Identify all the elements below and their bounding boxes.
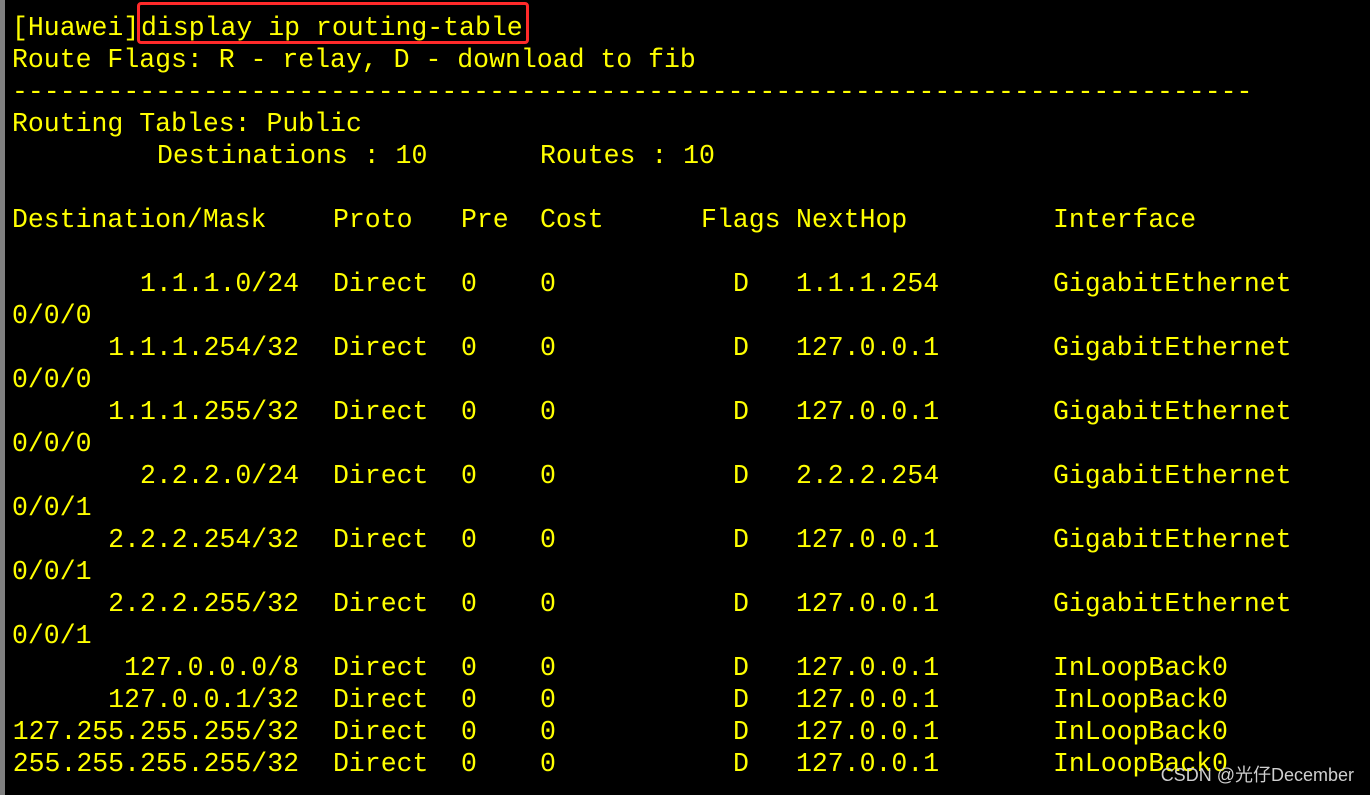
cell-destination: 2.2.2.0/24 bbox=[139, 461, 299, 491]
command-highlight-box bbox=[137, 2, 529, 44]
cell-destination: 1.1.1.254/32 bbox=[108, 333, 299, 363]
cell-destination: 1.1.1.255/32 bbox=[108, 397, 299, 427]
cell-nexthop: 127.0.0.1 bbox=[796, 525, 940, 555]
cell-flags: D bbox=[733, 397, 749, 427]
cell-proto: Direct bbox=[333, 525, 429, 555]
cell-pre: 0 bbox=[461, 333, 477, 363]
window-border bbox=[0, 0, 5, 795]
cell-interface-continued: 0/0/0 bbox=[12, 429, 92, 459]
cell-cost: 0 bbox=[540, 717, 556, 747]
cell-nexthop: 127.0.0.1 bbox=[796, 749, 940, 779]
cell-flags: D bbox=[733, 717, 749, 747]
cell-proto: Direct bbox=[333, 333, 429, 363]
cell-cost: 0 bbox=[540, 589, 556, 619]
cell-flags: D bbox=[733, 589, 749, 619]
cell-interface: InLoopBack0 bbox=[1053, 717, 1228, 747]
cell-destination: 255.255.255.255/32 bbox=[12, 749, 299, 779]
cell-flags: D bbox=[733, 749, 749, 779]
cell-interface-continued: 0/0/0 bbox=[12, 365, 92, 395]
cell-destination: 2.2.2.254/32 bbox=[108, 525, 299, 555]
cell-flags: D bbox=[733, 653, 749, 683]
cell-nexthop: 127.0.0.1 bbox=[796, 653, 940, 683]
cell-proto: Direct bbox=[333, 461, 429, 491]
header-destination: Destination/Mask bbox=[12, 205, 267, 235]
watermark: CSDN @光仔December bbox=[1160, 765, 1354, 785]
cell-pre: 0 bbox=[461, 653, 477, 683]
cell-interface-continued: 0/0/1 bbox=[12, 557, 92, 587]
routes-count: Routes : 10 bbox=[540, 141, 715, 171]
cell-destination: 127.0.0.0/8 bbox=[124, 653, 299, 683]
cell-pre: 0 bbox=[461, 685, 477, 715]
cell-interface: GigabitEthernet bbox=[1053, 397, 1292, 427]
header-nexthop: NextHop bbox=[796, 205, 908, 235]
cell-nexthop: 2.2.2.254 bbox=[796, 461, 940, 491]
cli-prompt: [Huawei] bbox=[12, 13, 140, 43]
destinations-count: Destinations : 10 bbox=[157, 141, 428, 171]
cell-cost: 0 bbox=[540, 269, 556, 299]
cell-cost: 0 bbox=[540, 525, 556, 555]
cell-destination: 1.1.1.0/24 bbox=[139, 269, 299, 299]
cell-interface: GigabitEthernet bbox=[1053, 525, 1292, 555]
header-proto: Proto bbox=[333, 205, 413, 235]
cell-proto: Direct bbox=[333, 653, 429, 683]
cell-flags: D bbox=[733, 685, 749, 715]
cell-nexthop: 127.0.0.1 bbox=[796, 685, 940, 715]
cell-nexthop: 1.1.1.254 bbox=[796, 269, 940, 299]
cell-interface: GigabitEthernet bbox=[1053, 461, 1292, 491]
cell-interface: GigabitEthernet bbox=[1053, 269, 1292, 299]
cell-nexthop: 127.0.0.1 bbox=[796, 717, 940, 747]
cell-interface-continued: 0/0/0 bbox=[12, 301, 92, 331]
cell-flags: D bbox=[733, 461, 749, 491]
header-flags: Flags bbox=[701, 205, 781, 235]
cell-pre: 0 bbox=[461, 589, 477, 619]
cell-cost: 0 bbox=[540, 461, 556, 491]
cell-nexthop: 127.0.0.1 bbox=[796, 333, 940, 363]
cell-pre: 0 bbox=[461, 717, 477, 747]
header-cost: Cost bbox=[540, 205, 604, 235]
cell-flags: D bbox=[733, 333, 749, 363]
cell-interface: GigabitEthernet bbox=[1053, 333, 1292, 363]
cell-interface: GigabitEthernet bbox=[1053, 589, 1292, 619]
cell-cost: 0 bbox=[540, 749, 556, 779]
cell-cost: 0 bbox=[540, 685, 556, 715]
cell-pre: 0 bbox=[461, 749, 477, 779]
routing-table-title: Routing Tables: Public bbox=[12, 109, 362, 139]
terminal-window[interactable]: [Huawei] display ip routing-table Route … bbox=[0, 0, 1370, 795]
cell-flags: D bbox=[733, 525, 749, 555]
cell-interface-continued: 0/0/1 bbox=[12, 493, 92, 523]
cell-interface: InLoopBack0 bbox=[1053, 653, 1228, 683]
cell-pre: 0 bbox=[461, 525, 477, 555]
separator-line: ----------------------------------------… bbox=[12, 77, 1253, 107]
cell-destination: 127.255.255.255/32 bbox=[12, 717, 299, 747]
cell-proto: Direct bbox=[333, 717, 429, 747]
route-flags-line: Route Flags: R - relay, D - download to … bbox=[12, 45, 696, 75]
cell-proto: Direct bbox=[333, 589, 429, 619]
cell-cost: 0 bbox=[540, 653, 556, 683]
header-pre: Pre bbox=[461, 205, 509, 235]
cell-pre: 0 bbox=[461, 269, 477, 299]
cell-pre: 0 bbox=[461, 397, 477, 427]
cell-flags: D bbox=[733, 269, 749, 299]
cell-interface-continued: 0/0/1 bbox=[12, 621, 92, 651]
cell-proto: Direct bbox=[333, 749, 429, 779]
cell-pre: 0 bbox=[461, 461, 477, 491]
cell-destination: 127.0.0.1/32 bbox=[108, 685, 299, 715]
cell-interface: InLoopBack0 bbox=[1053, 685, 1228, 715]
cell-proto: Direct bbox=[333, 269, 429, 299]
cell-proto: Direct bbox=[333, 685, 429, 715]
cell-cost: 0 bbox=[540, 333, 556, 363]
cell-proto: Direct bbox=[333, 397, 429, 427]
cell-nexthop: 127.0.0.1 bbox=[796, 397, 940, 427]
cell-cost: 0 bbox=[540, 397, 556, 427]
header-interface: Interface bbox=[1053, 205, 1197, 235]
cell-nexthop: 127.0.0.1 bbox=[796, 589, 940, 619]
cell-destination: 2.2.2.255/32 bbox=[108, 589, 299, 619]
